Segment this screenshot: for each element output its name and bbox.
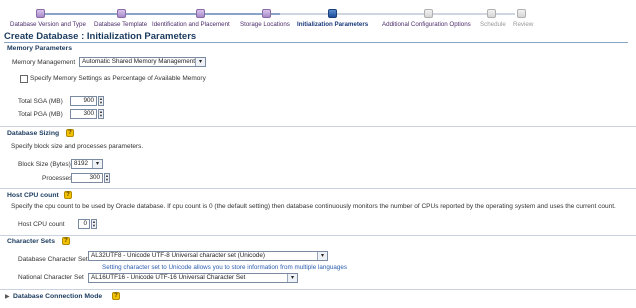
db-charset-value: AL32UTF8 - Unicode UTF-8 Universal chara… [91, 252, 265, 259]
train-step-node [487, 9, 496, 18]
train-line-done [40, 13, 280, 15]
help-icon[interactable]: ? [64, 191, 72, 199]
train-step-node[interactable] [36, 9, 45, 18]
train-step-additional-options: Additional Configuration Options [382, 21, 471, 28]
connection-section-title[interactable]: Database Connection Mode [13, 293, 102, 300]
processes-input[interactable]: 300 [71, 173, 103, 183]
pga-spinner[interactable]: ▲ ▼ [98, 109, 104, 119]
memory-management-select[interactable]: Automatic Shared Memory Management ▾ [79, 57, 206, 67]
train-step-review: Review [513, 21, 534, 28]
percentage-checkbox[interactable] [20, 75, 28, 83]
train-step-initialization-parameters: Initialization Parameters [297, 21, 369, 28]
section-divider [0, 235, 636, 236]
train-step-node [424, 9, 433, 18]
block-size-value: 8192 [74, 160, 89, 167]
unicode-hint: Setting character set to Unicode allows … [102, 264, 348, 271]
cpu-count-spinner[interactable]: ▲ ▼ [91, 219, 97, 229]
section-divider [0, 188, 636, 189]
pga-input[interactable]: 300 [70, 109, 97, 119]
help-icon[interactable]: ? [66, 129, 74, 137]
block-size-label: Block Size (Bytes) [18, 161, 71, 168]
memory-management-label: Memory Management [12, 59, 76, 66]
train-step-node [517, 9, 526, 18]
sga-input[interactable]: 900 [70, 96, 97, 106]
train-step-storage-locations[interactable]: Storage Locations [240, 21, 290, 28]
block-size-select[interactable]: 8192 ▾ [71, 159, 103, 169]
train-step-identification[interactable]: Identification and Placement [152, 21, 230, 28]
train-step-database-template[interactable]: Database Template [94, 21, 147, 28]
national-charset-select[interactable]: AL16UTF16 - Unicode UTF-16 Universal Cha… [88, 273, 298, 283]
train-step-schedule: Schedule [480, 21, 506, 28]
help-icon[interactable]: ? [62, 237, 70, 245]
chevron-down-icon: ▾ [317, 252, 327, 260]
section-divider [0, 289, 636, 290]
sizing-description: Specify block size and processes paramet… [11, 143, 144, 150]
national-charset-value: AL16UTF16 - Unicode UTF-16 Universal Cha… [91, 274, 246, 281]
processes-label: Processes [42, 175, 73, 182]
chevron-down-icon: ▾ [92, 160, 102, 168]
percentage-checkbox-label: Specify Memory Settings as Percentage of… [30, 75, 206, 82]
train-line-todo [280, 13, 515, 15]
title-divider [4, 42, 628, 43]
help-icon[interactable]: ? [112, 292, 120, 300]
train-step-node[interactable] [117, 9, 126, 18]
train-step-database-version[interactable]: Database Version and Type [10, 21, 86, 28]
cpu-description: Specify the cpu count to be used by Orac… [11, 203, 616, 210]
cpu-count-label: Host CPU count [18, 221, 65, 228]
memory-management-value: Automatic Shared Memory Management [82, 58, 196, 65]
cpu-count-input[interactable]: 0 [78, 219, 90, 229]
sizing-section-title: Database Sizing [7, 130, 60, 137]
charsets-section-title: Character Sets [7, 238, 55, 245]
chevron-down-icon: ▾ [195, 58, 205, 66]
sga-spinner[interactable]: ▲ ▼ [98, 96, 104, 106]
db-charset-label: Database Character Set [18, 256, 88, 263]
db-charset-select[interactable]: AL32UTF8 - Unicode UTF-8 Universal chara… [88, 251, 328, 261]
sga-label: Total SGA (MB) [18, 98, 63, 105]
cpu-section-title: Host CPU count [7, 192, 59, 199]
national-charset-label: National Character Set [18, 274, 84, 281]
processes-spinner[interactable]: ▲ ▼ [104, 173, 110, 183]
page-title: Create Database : Initialization Paramet… [4, 31, 197, 42]
train-step-node[interactable] [196, 9, 205, 18]
train-step-node[interactable] [262, 9, 271, 18]
triangle-right-icon[interactable]: ▶ [5, 293, 10, 300]
train-step-node-current [328, 9, 337, 18]
chevron-down-icon: ▾ [287, 274, 297, 282]
pga-label: Total PGA (MB) [18, 111, 63, 118]
memory-section-title: Memory Parameters [7, 45, 72, 52]
section-divider [0, 126, 636, 127]
